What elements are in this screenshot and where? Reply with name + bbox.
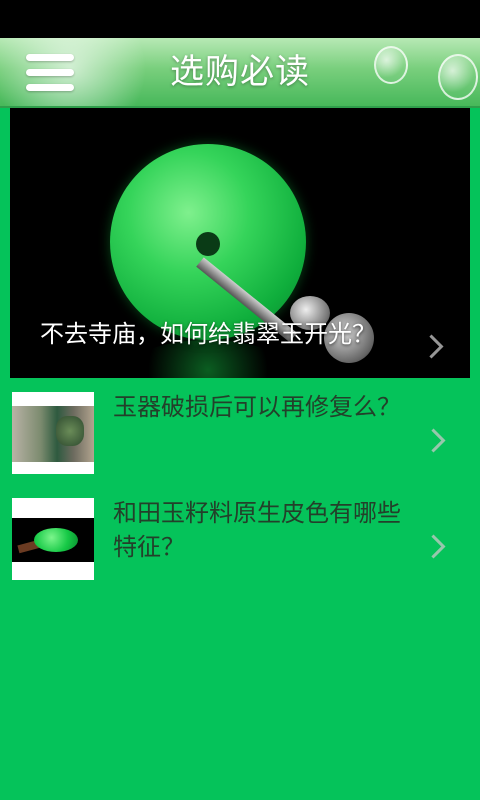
article-title: 和田玉籽料原生皮色有哪些特征？ bbox=[113, 499, 401, 561]
list-item[interactable]: 玉器破损后可以再修复么？ bbox=[0, 388, 480, 488]
article-thumbnail bbox=[12, 498, 94, 580]
hamburger-menu-icon bbox=[26, 84, 74, 91]
hamburger-menu-icon bbox=[26, 54, 74, 61]
chevron-right-icon bbox=[421, 534, 446, 559]
featured-article[interactable]: 不去寺庙，如何给翡翠玉开光？ bbox=[10, 108, 470, 378]
app-header: 选购必读 bbox=[0, 38, 480, 108]
list-item[interactable]: 和田玉籽料原生皮色有哪些特征？ bbox=[0, 494, 480, 594]
status-bar bbox=[0, 0, 480, 38]
jade-pebble-shape bbox=[34, 528, 78, 552]
article-title: 玉器破损后可以再修复么？ bbox=[113, 393, 401, 421]
featured-article-title: 不去寺庙，如何给翡翠玉开光？ bbox=[40, 320, 376, 348]
jade-carving-shape bbox=[56, 416, 84, 446]
hamburger-menu-icon bbox=[26, 69, 74, 76]
jade-disc-hole bbox=[196, 232, 220, 256]
menu-button[interactable] bbox=[26, 52, 76, 92]
chevron-right-icon bbox=[421, 428, 446, 453]
article-thumbnail bbox=[12, 392, 94, 474]
